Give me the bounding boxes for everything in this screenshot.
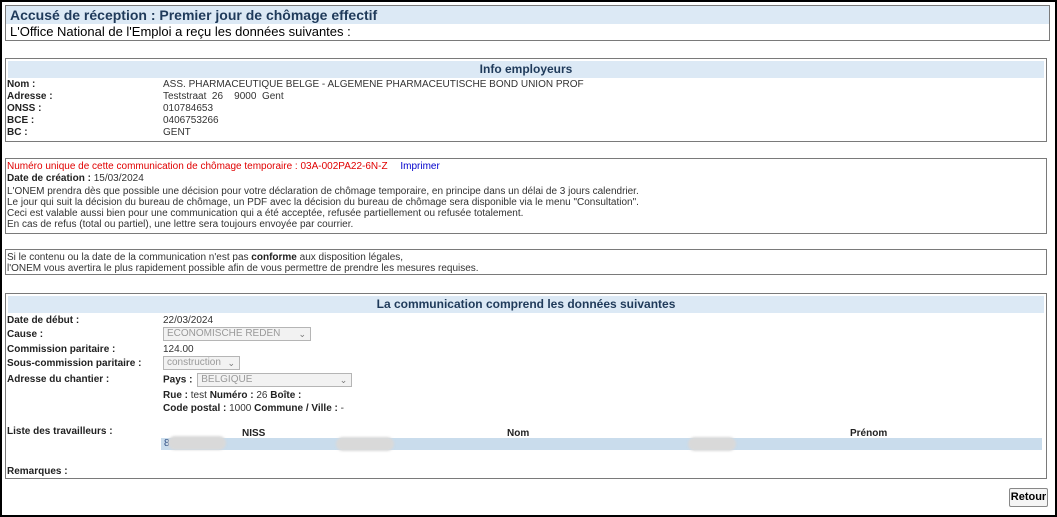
pays-select-value: BELGIQUE	[201, 374, 253, 385]
employer-adresse-value: Teststraat 26 9000 Gent	[163, 91, 284, 102]
rue-label: Rue :	[163, 390, 188, 401]
employer-adresse-label: Adresse :	[7, 91, 53, 102]
retour-button[interactable]: Retour	[1009, 488, 1048, 507]
employer-bc-label: BC :	[7, 127, 28, 138]
chevron-down-icon: ⌄	[298, 329, 306, 339]
title-box: Accusé de réception : Premier jour de ch…	[5, 5, 1050, 41]
creation-date-value: 15/03/2024	[93, 173, 144, 184]
boite-label: Boîte :	[270, 390, 302, 401]
liste-travailleurs-label: Liste des travailleurs :	[7, 426, 113, 437]
pays-line: Pays : BELGIQUE ⌄	[163, 373, 353, 387]
details-panel: La communication comprend les données su…	[5, 293, 1047, 479]
employer-bc-value: GENT	[163, 127, 191, 138]
employer-panel: Info employeurs	[5, 58, 1047, 142]
employer-nom-label: Nom :	[7, 79, 36, 90]
employer-onss-label: ONSS :	[7, 103, 42, 114]
sous-commission-select[interactable]: construction ⌄	[163, 356, 240, 370]
numero-value: 26	[256, 390, 268, 401]
page-frame: Accusé de réception : Premier jour de ch…	[0, 0, 1057, 517]
notice-line-1-pre: Si le contenu ou la date de la communica…	[7, 252, 252, 263]
employer-onss-value: 010784653	[163, 103, 214, 114]
redacted-prenom	[688, 437, 736, 451]
rue-line: Rue : test Numéro : 26 Boîte :	[163, 390, 301, 402]
cause-select-wrap: ECONOMISCHE REDEN ⌄	[163, 327, 311, 341]
cause-select-value: ECONOMISCHE REDEN	[167, 328, 281, 339]
pays-select[interactable]: BELGIQUE ⌄	[197, 373, 353, 387]
communication-number-line: Numéro unique de cette communication de …	[7, 161, 440, 173]
commission-label: Commission paritaire :	[7, 344, 116, 355]
code-postal-value: 1000	[229, 403, 252, 414]
cause-select[interactable]: ECONOMISCHE REDEN ⌄	[163, 327, 311, 341]
commission-value: 124.00	[163, 344, 194, 355]
notice-line-2: l'ONEM vous avertira le plus rapidement …	[7, 263, 479, 274]
notice-conforme: conforme	[251, 252, 297, 263]
page-title: Accusé de réception : Premier jour de ch…	[6, 6, 1049, 24]
creation-date-line: Date de création : 15/03/2024	[7, 173, 144, 185]
creation-date-label: Date de création :	[7, 173, 91, 184]
communication-unique-number: Numéro unique de cette communication de …	[7, 161, 388, 172]
notice-line-1-post: aux disposition légales,	[296, 252, 404, 263]
employer-nom-value: ASS. PHARMACEUTIQUE BELGE - ALGEMENE PHA…	[163, 79, 584, 90]
commune-value: -	[340, 403, 345, 414]
sous-commission-select-value: construction	[167, 357, 221, 368]
commune-label: Commune / Ville :	[254, 403, 338, 414]
chevron-down-icon: ⌄	[339, 375, 348, 385]
redacted-niss	[168, 436, 226, 450]
code-postal-line: Code postal : 1000 Commune / Ville : -	[163, 403, 344, 415]
redacted-nom	[336, 437, 394, 451]
remarques-label: Remarques :	[7, 466, 68, 477]
rue-value: test	[190, 390, 207, 401]
sous-commission-select-wrap: construction ⌄	[163, 356, 240, 370]
date-debut-label: Date de début :	[7, 315, 80, 326]
sous-commission-label: Sous-commission paritaire :	[7, 358, 142, 369]
numero-label: Numéro :	[209, 390, 254, 401]
date-debut-value: 22/03/2024	[163, 315, 214, 326]
cause-label: Cause :	[7, 329, 44, 340]
employer-bce-label: BCE :	[7, 115, 35, 126]
code-postal-label: Code postal :	[163, 403, 227, 414]
print-link[interactable]: Imprimer	[400, 161, 439, 172]
communication-line-4: En cas de refus (total ou partiel), une …	[7, 219, 354, 230]
employer-section-title: Info employeurs	[8, 61, 1044, 78]
details-section-title: La communication comprend les données su…	[8, 296, 1044, 313]
table-row[interactable]: 8	[161, 438, 1042, 450]
adresse-chantier-label: Adresse du chantier :	[7, 374, 110, 385]
employer-bce-value: 0406753266	[163, 115, 219, 126]
pays-label: Pays :	[163, 374, 193, 386]
page-subtitle: L'Office National de l'Emploi a reçu les…	[10, 24, 351, 39]
chevron-down-icon: ⌄	[227, 358, 235, 368]
